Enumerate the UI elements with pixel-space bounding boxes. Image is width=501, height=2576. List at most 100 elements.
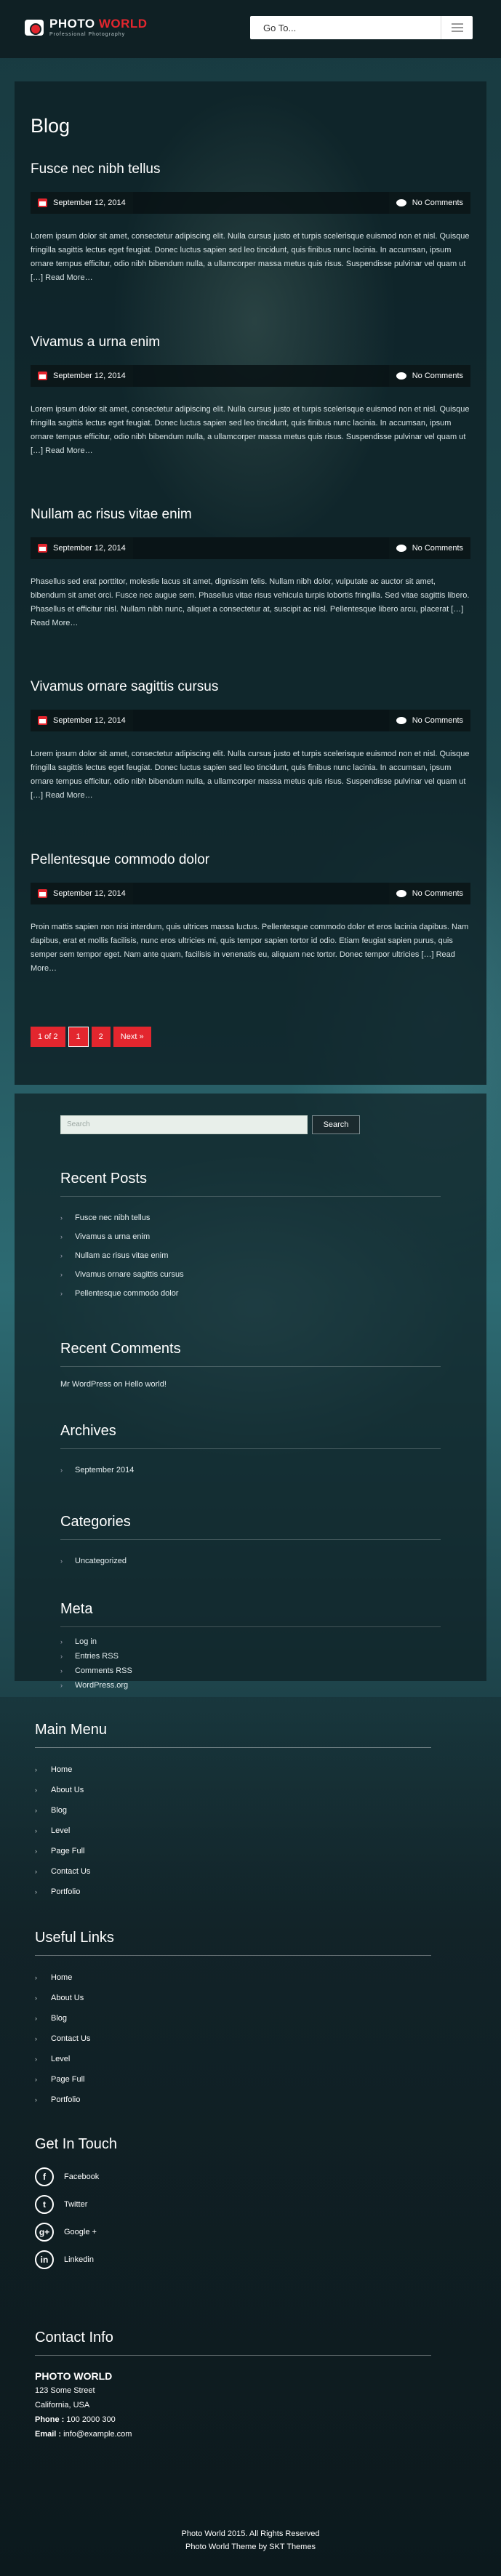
footer-useful-link[interactable]: › Page Full — [35, 2069, 431, 2090]
theme-credit[interactable]: Photo World Theme by SKT Themes — [0, 2540, 501, 2553]
post-title[interactable]: Fusce nec nibh tellus — [31, 161, 470, 177]
meta-link[interactable]: › WordPress.org — [60, 1678, 441, 1693]
page-title: Blog — [31, 115, 71, 137]
post-excerpt: Proin mattis sapien non nisi interdum, q… — [31, 923, 469, 973]
chevron-right-icon: › — [60, 1252, 63, 1259]
site-logo[interactable]: PHOTO WORLD Professional Photography — [25, 17, 148, 37]
post-comments[interactable]: No Comments — [388, 710, 470, 731]
read-more-link[interactable]: […] Read More… — [31, 273, 93, 282]
search-button[interactable]: Search — [312, 1115, 360, 1134]
facebook-icon: f — [35, 2167, 54, 2186]
read-more-link[interactable]: […] Read More… — [31, 791, 93, 800]
post-excerpt: Lorem ipsum dolor sit amet, consectetur … — [31, 750, 470, 800]
comment-icon — [396, 890, 406, 897]
footer-useful-link[interactable]: › Home — [35, 1967, 431, 1988]
calendar-icon — [38, 372, 47, 380]
footer-section-title: Get In Touch — [35, 2136, 118, 2152]
logo-title: PHOTO WORLD — [49, 17, 148, 30]
site-footer: Main Menu › Home › About Us › Blog › Level ›… — [0, 1697, 501, 2576]
sidebar: Search Search Recent Posts › Fusce nec ni… — [15, 1094, 486, 1690]
chevron-right-icon: › — [35, 2096, 37, 2103]
post: Vivamus a urna enim September 12, 2014 N… — [31, 334, 470, 458]
logo-title-main: PHOTO — [49, 17, 95, 31]
social-link-facebook[interactable]: f Facebook — [35, 2163, 431, 2191]
chevron-right-icon: › — [60, 1667, 63, 1674]
post-comments[interactable]: No Comments — [388, 883, 470, 904]
footer-useful-link[interactable]: › Contact Us — [35, 2029, 431, 2049]
footer-menu-link[interactable]: › Contact Us — [35, 1861, 431, 1882]
chevron-right-icon: › — [35, 1766, 37, 1773]
archive-link[interactable]: › September 2014 — [60, 1461, 441, 1480]
contact-phone: Phone : 100 2000 300 — [35, 2415, 116, 2424]
archives-widget: Archives › September 2014 — [60, 1423, 441, 1480]
pagination-page-2[interactable]: 2 — [91, 1027, 111, 1047]
calendar-icon — [38, 544, 47, 553]
footer-menu-link[interactable]: › Blog — [35, 1800, 431, 1821]
category-link[interactable]: › Uncategorized — [60, 1552, 441, 1570]
post-meta: September 12, 2014 No Comments — [31, 192, 470, 214]
post-excerpt: Phasellus sed erat porttitor, molestie l… — [31, 577, 470, 627]
footer-get-in-touch: Get In Touch f Facebook t Twitter g+ Google… — [35, 2136, 431, 2274]
meta-link[interactable]: › Log in — [60, 1634, 441, 1649]
post-comments[interactable]: No Comments — [388, 537, 470, 559]
social-link-google-plus[interactable]: g+ Google + — [35, 2218, 431, 2246]
widget-title: Recent Comments — [60, 1341, 441, 1367]
recent-post-link[interactable]: › Vivamus ornare sagittis cursus — [60, 1265, 441, 1284]
contact-address-line1: 123 Some Street — [35, 2386, 95, 2395]
post-title[interactable]: Pellentesque commodo dolor — [31, 852, 470, 868]
footer-contact-info: Contact Info PHOTO WORLD 123 Some Street… — [35, 2330, 431, 2441]
chevron-right-icon: › — [60, 1638, 63, 1645]
pagination-page-1[interactable]: 1 — [68, 1027, 89, 1047]
recent-post-link[interactable]: › Vivamus a urna enim — [60, 1227, 441, 1246]
meta-link[interactable]: › Entries RSS — [60, 1649, 441, 1664]
chevron-right-icon: › — [35, 1994, 37, 2002]
menu-icon[interactable] — [441, 16, 473, 39]
footer-menu-link[interactable]: › About Us — [35, 1780, 431, 1800]
goto-select[interactable]: Go To... — [250, 16, 473, 39]
comment-icon — [396, 199, 406, 206]
widget-title: Archives — [60, 1423, 441, 1449]
footer-section-title: Main Menu — [35, 1722, 431, 1748]
chevron-right-icon: › — [35, 1807, 37, 1814]
recent-post-link[interactable]: › Nullam ac risus vitae enim — [60, 1246, 441, 1265]
footer-useful-link[interactable]: › About Us — [35, 1988, 431, 2008]
post-title[interactable]: Nullam ac risus vitae enim — [31, 507, 470, 523]
recent-comments-widget: Recent Comments Mr WordPress on Hello wo… — [60, 1341, 441, 1389]
footer-menu-link[interactable]: › Portfolio — [35, 1882, 431, 1902]
social-link-twitter[interactable]: t Twitter — [35, 2191, 431, 2218]
logo-title-accent: WORLD — [98, 17, 148, 31]
post-title[interactable]: Vivamus a urna enim — [31, 334, 470, 350]
chevron-right-icon: › — [35, 1974, 37, 1981]
widget-title: Categories — [60, 1514, 441, 1540]
recent-post-link[interactable]: › Pellentesque commodo dolor — [60, 1284, 441, 1303]
twitter-icon: t — [35, 2195, 54, 2214]
chevron-right-icon: › — [35, 2015, 37, 2022]
copyright-line: Photo World 2015. All Rights Reserved — [181, 2529, 320, 2538]
footer-useful-link[interactable]: › Blog — [35, 2008, 431, 2029]
recent-comment[interactable]: Mr WordPress on Hello world! — [60, 1380, 441, 1389]
camera-icon — [25, 19, 44, 36]
footer-menu-link[interactable]: › Home — [35, 1760, 431, 1780]
chevron-right-icon: › — [35, 2035, 37, 2042]
post-comments[interactable]: No Comments — [388, 365, 470, 387]
footer-useful-link[interactable]: › Level — [35, 2049, 431, 2069]
read-more-link[interactable]: […] Read More… — [31, 446, 93, 455]
footer-menu-link[interactable]: › Level — [35, 1821, 431, 1841]
chevron-right-icon: › — [35, 1888, 37, 1895]
pagination-next[interactable]: Next » — [113, 1027, 151, 1047]
chevron-right-icon: › — [35, 1786, 37, 1794]
linkedin-icon: in — [35, 2250, 54, 2269]
social-link-linkedin[interactable]: in Linkedin — [35, 2246, 431, 2274]
recent-post-link[interactable]: › Fusce nec nibh tellus — [60, 1208, 441, 1227]
footer-section-title: Useful Links — [35, 1930, 431, 1956]
search-input[interactable]: Search — [60, 1115, 308, 1134]
pagination: 1 of 2 1 2 Next » — [31, 1027, 151, 1047]
post-title[interactable]: Vivamus ornare sagittis cursus — [31, 679, 470, 695]
chevron-right-icon: › — [60, 1290, 63, 1297]
google-plus-icon: g+ — [35, 2223, 54, 2242]
post-comments[interactable]: No Comments — [388, 192, 470, 214]
meta-link[interactable]: › Comments RSS — [60, 1664, 441, 1678]
comment-icon — [396, 545, 406, 552]
footer-menu-link[interactable]: › Page Full — [35, 1841, 431, 1861]
footer-useful-link[interactable]: › Portfolio — [35, 2090, 431, 2110]
